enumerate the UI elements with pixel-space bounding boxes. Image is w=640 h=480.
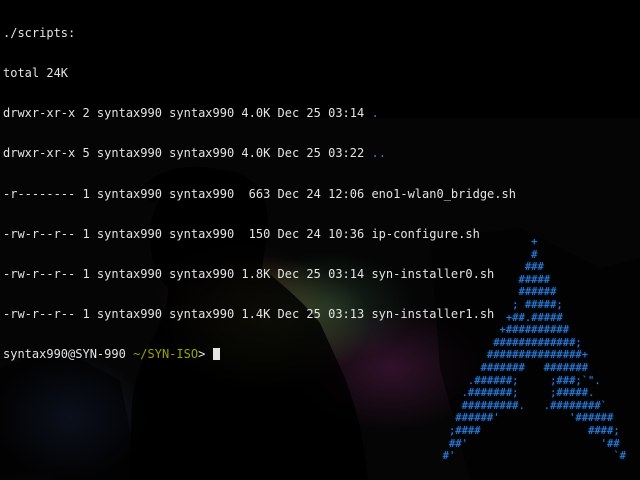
listing-text: drwxr-xr-x 2 syntax990 syntax990 4.0K De… [3, 106, 372, 121]
terminal-line: -r-------- 1 syntax990 syntax990 663 Dec… [3, 186, 516, 201]
terminal-line: ./scripts: [3, 25, 76, 40]
arch-linux-ascii-logo: + # ### ##### ###### ; #####; +##.##### … [442, 236, 626, 463]
terminal-line: total 24K [3, 66, 69, 81]
terminal-line: drwxr-xr-x 5 syntax990 syntax990 4.0K De… [3, 147, 637, 160]
dir-entry-current: . [371, 106, 379, 121]
prompt-user-host: syntax990@SYN-990 [3, 347, 126, 362]
desktop-screen: ./scripts: total 24K drwxr-xr-x 2 syntax… [0, 0, 640, 480]
dir-entry-parent: .. [371, 146, 386, 161]
prompt-symbol: > [198, 347, 206, 362]
text-cursor[interactable] [212, 348, 220, 361]
listing-text: drwxr-xr-x 5 syntax990 syntax990 4.0K De… [3, 146, 372, 161]
prompt-path: ~/SYN-ISO [133, 347, 199, 362]
terminal-line: drwxr-xr-x 2 syntax990 syntax990 4.0K De… [3, 107, 637, 120]
